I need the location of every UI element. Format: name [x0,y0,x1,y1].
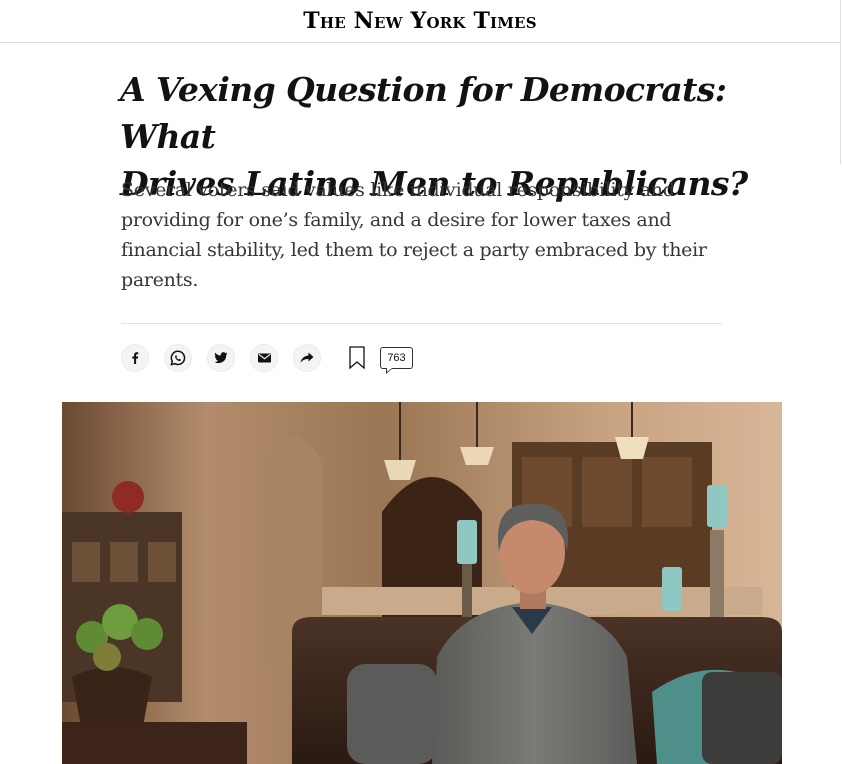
save-article-button[interactable] [348,344,366,372]
email-icon [257,353,271,363]
comment-count: 763 [387,352,406,364]
more-share-button[interactable] [293,344,321,372]
whatsapp-share-button[interactable] [164,344,192,372]
whatsapp-icon [170,350,186,366]
article-summary: Several voters said values like individu… [121,179,707,291]
bookmark-icon [349,346,365,370]
header-divider [121,323,722,324]
nyt-logo[interactable]: The New York Times [303,8,536,34]
facebook-icon [132,352,139,364]
facebook-share-button[interactable] [121,344,149,372]
share-arrow-icon [300,352,314,363]
twitter-share-button[interactable] [207,344,235,372]
lead-photo-image [62,402,782,764]
share-toolbar: 763 [121,343,413,374]
masthead: The New York Times [0,0,840,43]
headline-line-1: A Vexing Question for Democrats: What [120,70,727,156]
email-share-button[interactable] [250,344,278,372]
lead-photo [62,402,782,764]
twitter-icon [214,352,228,364]
comments-button[interactable]: 763 [380,347,413,374]
page-edge-rule [840,0,841,164]
